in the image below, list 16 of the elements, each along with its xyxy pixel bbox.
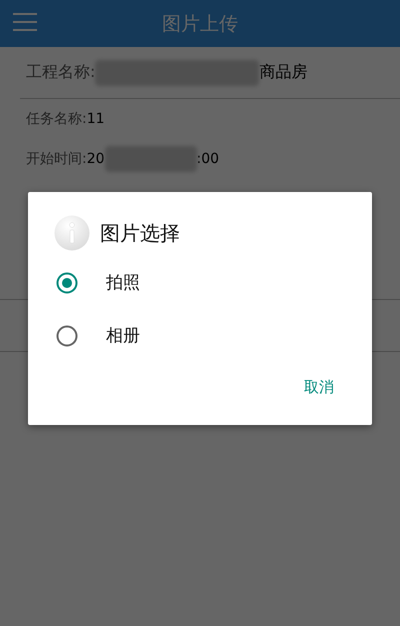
field-label: 开始时间: [26,150,87,168]
field-label: 工程名称: [26,62,96,83]
field-value: 20 [86,151,105,167]
field-value: 商品房 [259,62,308,83]
menu-icon[interactable] [13,13,37,31]
field-value: :00 [196,151,220,167]
field-value: 11 [86,111,105,127]
radio-option[interactable]: 拍照 [28,256,372,309]
cancel-button[interactable]: 取消 [300,374,338,401]
field-label: 任务名称: [26,110,87,128]
radio-button[interactable] [56,272,78,294]
radio-button[interactable] [56,324,78,346]
radio-option[interactable]: 相册 [28,309,372,362]
dialog-title: 图片选择 [100,220,180,246]
info-icon [54,215,90,251]
app-title: 图片上传 [161,12,239,36]
